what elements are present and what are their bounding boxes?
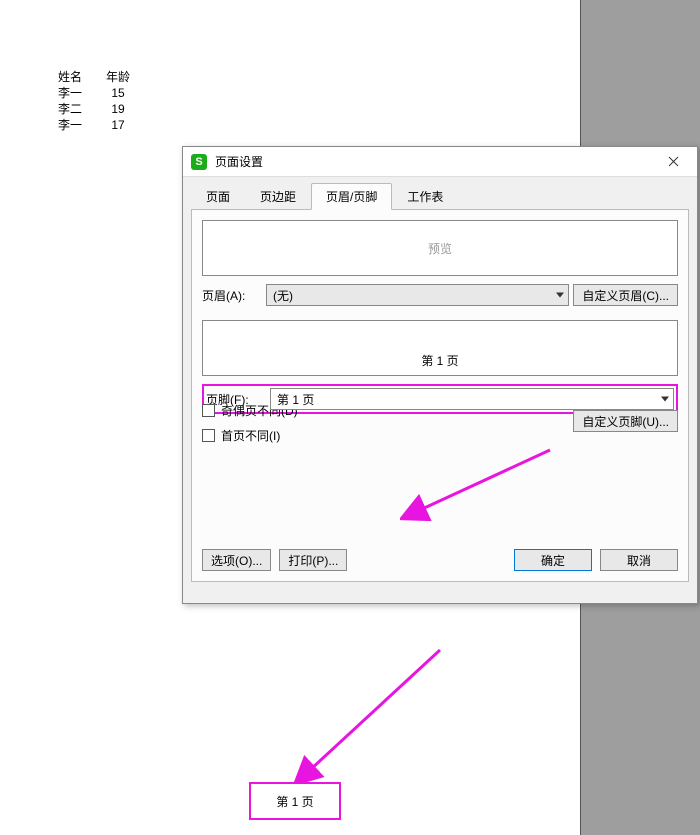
checkbox-odd-even[interactable]: [202, 404, 215, 417]
cancel-button[interactable]: 取消: [600, 549, 678, 571]
chevron-down-icon: [661, 397, 669, 402]
ok-button[interactable]: 确定: [514, 549, 592, 571]
header-value: (无): [273, 287, 293, 304]
header-preview: 预览: [202, 220, 678, 276]
dialog-buttons: 选项(O)... 打印(P)... 确定 取消: [202, 549, 678, 571]
tab-margins[interactable]: 页边距: [245, 183, 311, 210]
tab-page[interactable]: 页面: [191, 183, 245, 210]
checkbox-first-page[interactable]: [202, 429, 215, 442]
close-button[interactable]: [657, 150, 689, 174]
chevron-down-icon: [556, 293, 564, 298]
footer-value: 第 1 页: [277, 391, 314, 408]
options-button[interactable]: 选项(O)...: [202, 549, 271, 571]
footer-dropdown[interactable]: 第 1 页: [270, 388, 674, 410]
header-dropdown[interactable]: (无): [266, 284, 569, 306]
tab-header-footer[interactable]: 页眉/页脚: [311, 183, 392, 210]
table-cell: 15: [106, 86, 130, 100]
close-icon: [668, 156, 679, 167]
table-cell: 李二: [58, 102, 104, 116]
table-cell: 17: [106, 118, 130, 132]
tab-sheet[interactable]: 工作表: [392, 183, 458, 210]
table-cell: 李一: [58, 86, 104, 100]
preview-label: 预览: [428, 240, 452, 257]
checkbox-first-page-label: 首页不同(I): [221, 427, 280, 444]
table-header-name: 姓名: [58, 70, 104, 84]
footer-preview: 第 1 页: [202, 320, 678, 376]
dialog-title: 页面设置: [215, 153, 657, 170]
page-footer-text: 第 1 页: [276, 793, 313, 810]
custom-footer-button[interactable]: 自定义页脚(U)...: [573, 410, 678, 432]
header-row: 页眉(A): (无) 自定义页眉(C)...: [202, 284, 678, 306]
tab-content: 预览 页眉(A): (无) 自定义页眉(C)... 第 1 页 页脚(F): 第…: [191, 209, 689, 582]
header-label: 页眉(A):: [202, 287, 262, 304]
dialog-titlebar[interactable]: S 页面设置: [183, 147, 697, 177]
table-header-age: 年龄: [106, 70, 130, 84]
custom-header-button[interactable]: 自定义页眉(C)...: [573, 284, 678, 306]
data-table: 姓名 年龄 李一 15 李二 19 李一 17: [56, 68, 132, 134]
page-setup-dialog: S 页面设置 页面 页边距 页眉/页脚 工作表 预览 页眉(A): (无) 自定…: [182, 146, 698, 604]
tab-bar: 页面 页边距 页眉/页脚 工作表: [183, 177, 697, 210]
table-cell: 19: [106, 102, 130, 116]
app-icon: S: [191, 154, 207, 170]
footer-preview-text: 第 1 页: [421, 352, 458, 369]
print-button[interactable]: 打印(P)...: [279, 549, 347, 571]
table-cell: 李一: [58, 118, 104, 132]
page-footer-highlight: 第 1 页: [249, 782, 341, 820]
